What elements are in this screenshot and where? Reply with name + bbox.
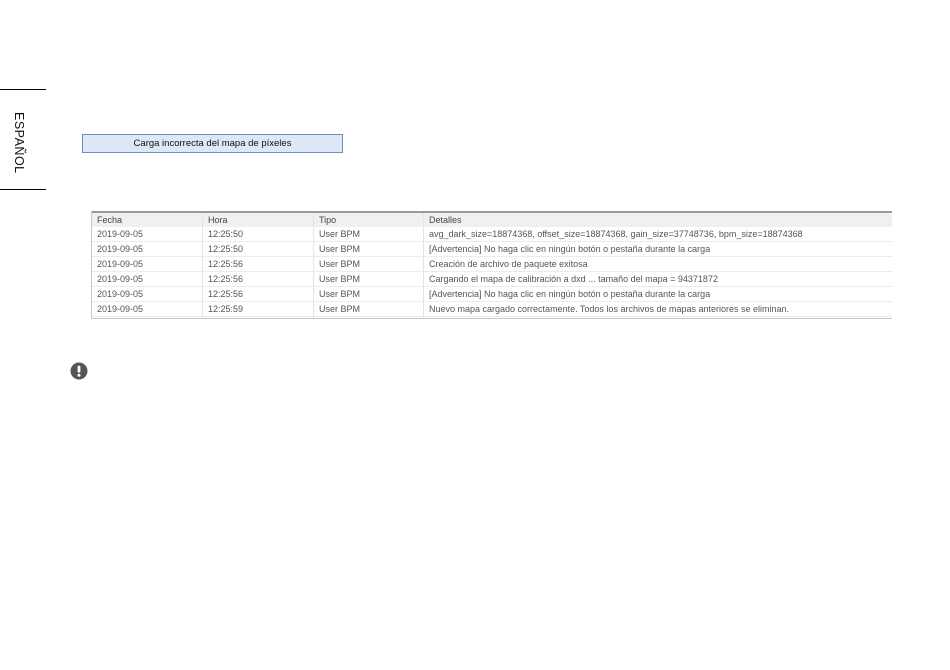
cell-tipo: User BPM bbox=[314, 272, 424, 286]
cell-tipo: User BPM bbox=[314, 257, 424, 271]
log-header-row: Fecha Hora Tipo Detalles bbox=[92, 211, 892, 227]
column-header-tipo[interactable]: Tipo bbox=[314, 213, 424, 227]
cell-detalles: [Advertencia] No haga clic en ningún bot… bbox=[429, 244, 711, 254]
pixel-map-error-banner: Carga incorrecta del mapa de píxeles bbox=[82, 134, 343, 153]
cell-detalles: avg_dark_size=18874368, offset_size=1887… bbox=[429, 229, 803, 239]
exclamation-circle-icon bbox=[70, 362, 88, 380]
table-row[interactable]: 2019-09-05 12:25:50 User BPM [Advertenci… bbox=[92, 242, 892, 257]
cell-detalles: Creación de archivo de paquete exitosa bbox=[429, 259, 588, 269]
cell-hora: 12:25:56 bbox=[203, 272, 314, 286]
empty-cell bbox=[92, 317, 203, 318]
banner-text: Carga incorrecta del mapa de píxeles bbox=[133, 138, 292, 149]
cell-detalles: Nuevo mapa cargado correctamente. Todos … bbox=[429, 304, 790, 314]
cell-fecha: 2019-09-05 bbox=[92, 302, 203, 316]
column-header-hora[interactable]: Hora bbox=[203, 213, 314, 227]
cell-hora: 12:25:50 bbox=[203, 242, 314, 256]
side-divider-top bbox=[0, 89, 46, 90]
empty-cell bbox=[203, 317, 314, 318]
cell-fecha: 2019-09-05 bbox=[92, 227, 203, 241]
cell-fecha: 2019-09-05 bbox=[92, 272, 203, 286]
cell-tipo: User BPM bbox=[314, 227, 424, 241]
column-header-detalles[interactable]: Detalles bbox=[424, 213, 892, 227]
cell-detalles: Cargando el mapa de calibración a dxd ..… bbox=[429, 274, 718, 284]
table-row[interactable]: 2019-09-05 12:25:56 User BPM [Advertenci… bbox=[92, 287, 892, 302]
language-label: ESPAÑOL bbox=[12, 112, 26, 174]
cell-tipo: User BPM bbox=[314, 302, 424, 316]
cell-tipo: User BPM bbox=[314, 242, 424, 256]
cell-fecha: 2019-09-05 bbox=[92, 287, 203, 301]
empty-table-area bbox=[92, 317, 892, 318]
cell-hora: 12:25:50 bbox=[203, 227, 314, 241]
table-row[interactable]: 2019-09-05 12:25:56 User BPM Creación de… bbox=[92, 257, 892, 272]
table-row[interactable]: 2019-09-05 12:25:56 User BPM Cargando el… bbox=[92, 272, 892, 287]
empty-cell bbox=[424, 317, 892, 318]
cell-fecha: 2019-09-05 bbox=[92, 242, 203, 256]
cell-hora: 12:25:56 bbox=[203, 257, 314, 271]
table-row[interactable]: 2019-09-05 12:25:59 User BPM Nuevo mapa … bbox=[92, 302, 892, 317]
column-header-fecha[interactable]: Fecha bbox=[92, 213, 203, 227]
log-table: Fecha Hora Tipo Detalles 2019-09-05 12:2… bbox=[91, 211, 892, 319]
empty-cell bbox=[314, 317, 424, 318]
cell-fecha: 2019-09-05 bbox=[92, 257, 203, 271]
table-row[interactable]: 2019-09-05 12:25:50 User BPM avg_dark_si… bbox=[92, 227, 892, 242]
cell-hora: 12:25:59 bbox=[203, 302, 314, 316]
cell-hora: 12:25:56 bbox=[203, 287, 314, 301]
cell-tipo: User BPM bbox=[314, 287, 424, 301]
cell-detalles: [Advertencia] No haga clic en ningún bot… bbox=[429, 289, 711, 299]
side-divider-bottom bbox=[0, 189, 46, 190]
